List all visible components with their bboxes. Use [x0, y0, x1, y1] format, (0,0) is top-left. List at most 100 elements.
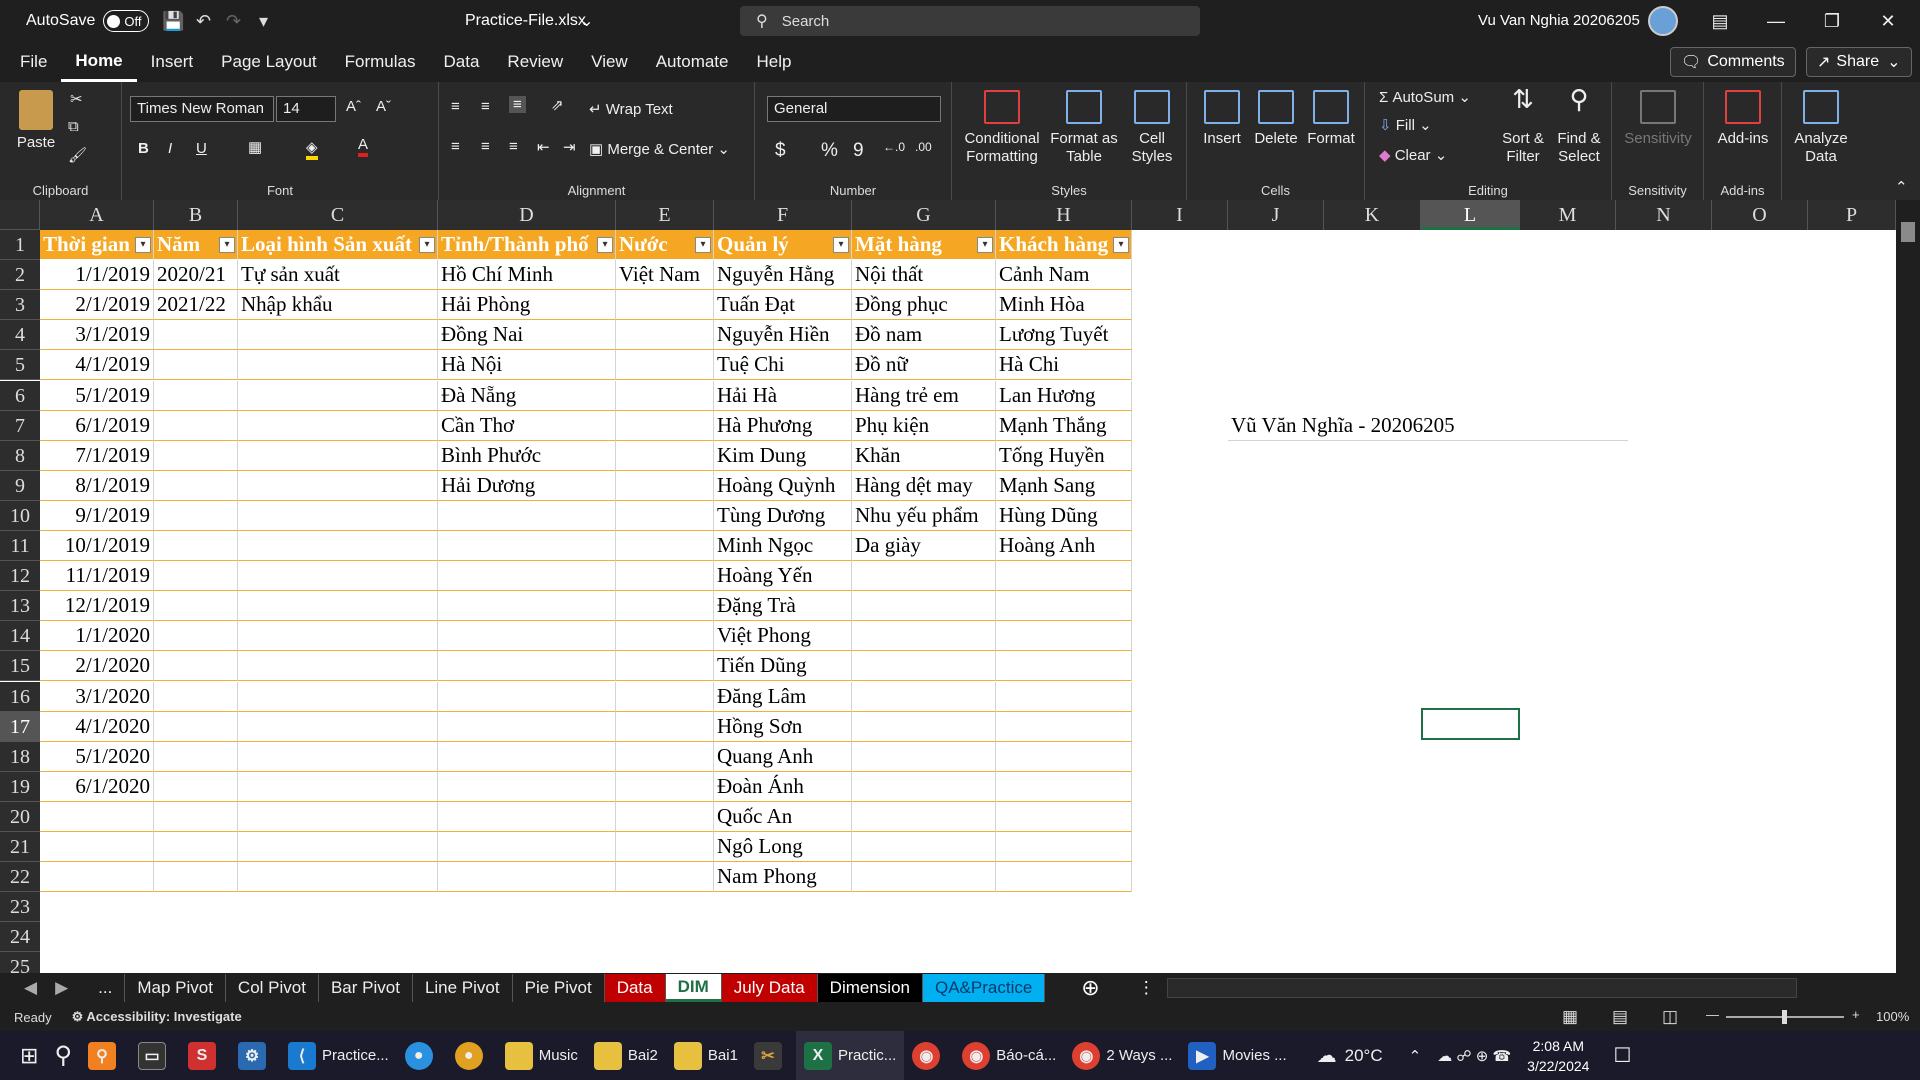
table-cell[interactable] [438, 561, 616, 592]
tab-file[interactable]: File [6, 42, 61, 82]
autosave-toggle[interactable]: Off [103, 10, 149, 32]
filter-dropdown-icon[interactable]: ▾ [419, 237, 435, 253]
table-cell[interactable] [852, 771, 996, 802]
conditional-formatting-button[interactable]: Conditional Formatting [962, 90, 1042, 166]
column-header-o[interactable]: O [1712, 200, 1808, 230]
table-cell[interactable] [40, 801, 154, 832]
column-header-m[interactable]: M [1520, 200, 1616, 230]
table-cell[interactable] [238, 862, 438, 893]
table-cell[interactable] [438, 771, 616, 802]
table-cell[interactable]: Quang Anh [714, 741, 852, 772]
table-cell[interactable]: 9/1/2019 [40, 500, 154, 531]
row-header-16[interactable]: 16 [0, 681, 40, 712]
table-cell[interactable]: Mạnh Sang [996, 470, 1132, 501]
tab-insert[interactable]: Insert [137, 42, 208, 82]
sheet-tab--[interactable]: ... [86, 974, 126, 1002]
table-cell[interactable]: 12/1/2019 [40, 591, 154, 622]
taskbar-item-chrome-2[interactable]: ◉ 2 Ways ... [1064, 1031, 1180, 1080]
table-cell[interactable] [238, 410, 438, 441]
sql-app-icon[interactable]: S [180, 1031, 230, 1080]
column-header-n[interactable]: N [1616, 200, 1712, 230]
table-cell[interactable]: Nam Phong [714, 862, 852, 893]
column-header-k[interactable]: K [1324, 200, 1421, 230]
tray-icons[interactable]: ☁ ☍ ⊕ ☎ [1429, 1031, 1519, 1080]
table-cell[interactable]: Hải Hà [714, 380, 852, 411]
find-select-button[interactable]: ⚲ Find & Select [1551, 86, 1607, 166]
close-icon[interactable]: ✕ [1860, 0, 1916, 42]
table-cell[interactable]: Hà Phương [714, 410, 852, 441]
table-cell[interactable]: Da giày [852, 531, 996, 562]
taskbar-item-bai2[interactable]: Bai2 [586, 1031, 666, 1080]
column-header-p[interactable]: P [1808, 200, 1896, 230]
row-header-11[interactable]: 11 [0, 531, 40, 562]
table-cell[interactable] [616, 621, 714, 652]
table-cell[interactable]: 2/1/2019 [40, 290, 154, 321]
fill-color-icon[interactable]: ◈ [306, 138, 318, 160]
add-ins-button[interactable]: Add-ins [1708, 90, 1778, 148]
table-cell[interactable] [238, 440, 438, 471]
row-header-3[interactable]: 3 [0, 290, 40, 321]
terminal-icon[interactable]: ▭ [130, 1031, 180, 1080]
table-header-cell[interactable]: Mặt hàng ▾ [852, 230, 996, 261]
table-cell[interactable]: Hải Phòng [438, 290, 616, 321]
table-cell[interactable]: Đoàn Ánh [714, 771, 852, 802]
table-cell[interactable] [852, 681, 996, 712]
search-icon[interactable]: ⚲ [46, 1031, 80, 1080]
table-cell[interactable]: Hoàng Yến [714, 561, 852, 592]
add-sheet-icon[interactable]: ⊕ [1081, 975, 1099, 1001]
percent-button[interactable]: % [821, 140, 838, 162]
table-cell[interactable] [154, 862, 238, 893]
table-cell[interactable]: 11/1/2019 [40, 561, 154, 592]
table-cell[interactable] [438, 621, 616, 652]
bold-button[interactable]: B [138, 140, 149, 157]
table-cell[interactable] [852, 651, 996, 682]
row-header-4[interactable]: 4 [0, 320, 40, 351]
table-cell[interactable]: 2021/22 [154, 290, 238, 321]
table-cell[interactable]: Tuệ Chi [714, 350, 852, 381]
table-cell[interactable] [438, 681, 616, 712]
tab-help[interactable]: Help [742, 42, 805, 82]
column-header-g[interactable]: G [852, 200, 996, 230]
copy-icon[interactable]: ⧉ [68, 118, 79, 135]
row-header-9[interactable]: 9 [0, 470, 40, 501]
table-cell[interactable] [616, 350, 714, 381]
table-cell[interactable]: 8/1/2019 [40, 470, 154, 501]
align-bottom-icon[interactable]: ≡ [509, 96, 526, 113]
zoom-level[interactable]: 100% [1876, 1009, 1909, 1024]
table-cell[interactable] [238, 591, 438, 622]
clock[interactable]: 2:08 AM 3/22/2024 [1527, 1036, 1589, 1076]
ssms-icon[interactable]: ⚙ [230, 1031, 280, 1080]
fill-button[interactable]: ⇩ Fill ⌄ [1379, 116, 1432, 134]
number-format-dropdown[interactable]: General [767, 96, 941, 122]
notification-icon[interactable]: ☐ [1605, 1031, 1639, 1080]
tab-data[interactable]: Data [430, 42, 494, 82]
chrome-icon[interactable]: ◉ [904, 1031, 954, 1080]
table-cell[interactable]: Tùng Dương [714, 500, 852, 531]
filter-dropdown-icon[interactable]: ▾ [833, 237, 849, 253]
column-header-a[interactable]: A [40, 200, 154, 230]
borders-icon[interactable]: ▦ [248, 138, 262, 156]
table-cell[interactable] [996, 621, 1132, 652]
table-cell[interactable] [154, 651, 238, 682]
table-cell[interactable] [238, 621, 438, 652]
active-cell-selection[interactable] [1421, 708, 1520, 740]
row-header-5[interactable]: 5 [0, 350, 40, 381]
row-header-2[interactable]: 2 [0, 260, 40, 291]
table-cell[interactable]: Hồ Chí Minh [438, 260, 616, 291]
table-cell[interactable]: Hoàng Quỳnh [714, 470, 852, 501]
user-name[interactable]: Vu Van Nghia 20206205 [1478, 12, 1640, 29]
search-box[interactable]: ⚲ Search [740, 6, 1200, 36]
table-cell[interactable] [996, 771, 1132, 802]
format-as-table-button[interactable]: Format as Table [1048, 90, 1120, 166]
scroll-left-icon[interactable]: ◀ [24, 978, 37, 998]
table-cell[interactable]: 3/1/2019 [40, 320, 154, 351]
table-header-cell[interactable]: Thời gian ▾ [40, 230, 154, 261]
row-header-14[interactable]: 14 [0, 621, 40, 652]
column-header-c[interactable]: C [238, 200, 438, 230]
table-cell[interactable]: Hàng trẻ em [852, 380, 996, 411]
table-cell[interactable]: Nguyễn Hằng [714, 260, 852, 291]
table-cell[interactable] [154, 320, 238, 351]
table-cell[interactable]: 4/1/2019 [40, 350, 154, 381]
table-cell[interactable]: Hồng Sơn [714, 711, 852, 742]
table-cell[interactable]: Cảnh Nam [996, 260, 1132, 291]
